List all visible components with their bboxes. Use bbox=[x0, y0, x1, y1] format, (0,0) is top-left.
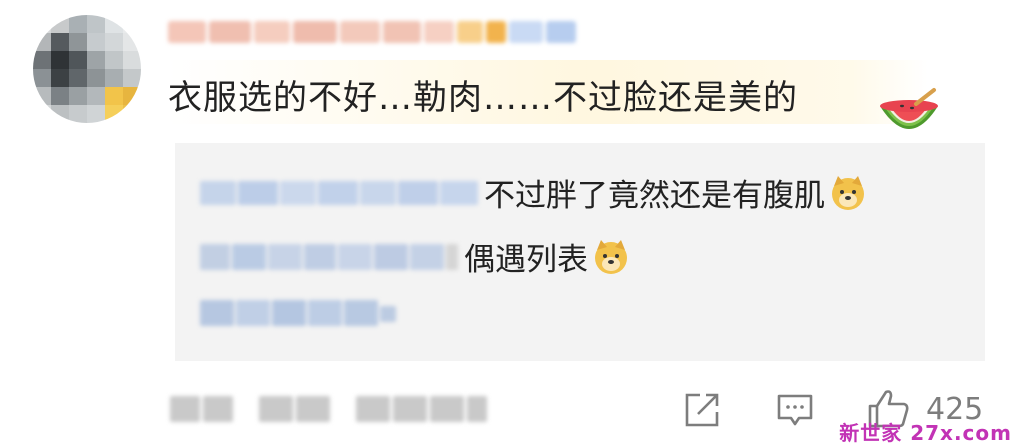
doge-emoji bbox=[829, 174, 867, 212]
reply-text: 不过胖了竟然还是有腹肌 bbox=[484, 178, 825, 214]
comment-text: 衣服选的不好…勒肉……不过脸还是美的 bbox=[168, 70, 798, 119]
reply-item[interactable]: 不过胖了竟然还是有腹肌 bbox=[200, 170, 867, 215]
avatar[interactable] bbox=[33, 15, 141, 123]
more-replies-link[interactable] bbox=[200, 300, 402, 326]
comment-icon[interactable] bbox=[775, 390, 815, 430]
more-replies-blurred[interactable] bbox=[200, 300, 396, 326]
share-icon[interactable] bbox=[682, 390, 722, 430]
reply-item[interactable]: 偶遇列表 bbox=[200, 234, 630, 279]
comment-text-content: 衣服选的不好…勒肉……不过脸还是美的 bbox=[168, 78, 798, 118]
username-blurred[interactable] bbox=[168, 12, 576, 52]
reply-username-blurred[interactable] bbox=[200, 243, 458, 270]
timestamp-blurred bbox=[170, 396, 487, 422]
watermark: 新世家 27x.com bbox=[839, 421, 1012, 445]
watermelon-emoji bbox=[880, 88, 938, 129]
reply-text: 偶遇列表 bbox=[464, 242, 588, 278]
reply-username-blurred[interactable] bbox=[200, 180, 478, 205]
doge-emoji bbox=[592, 238, 630, 276]
